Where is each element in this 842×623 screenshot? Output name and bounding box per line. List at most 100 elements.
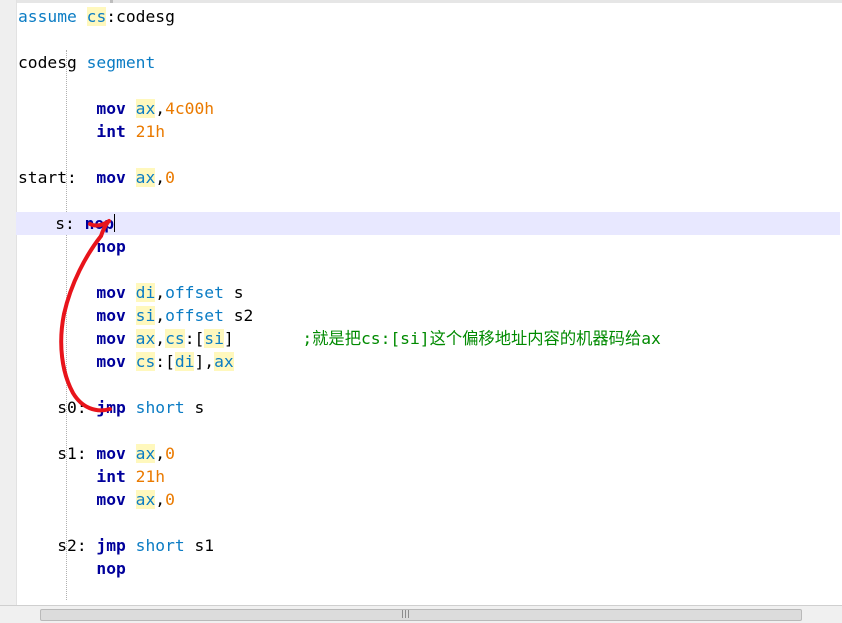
code-line[interactable]: mov si,offset s2 bbox=[18, 304, 253, 327]
scroll-grip-line bbox=[402, 610, 403, 618]
code-token: :codesg bbox=[106, 7, 175, 26]
code-token: s2 bbox=[223, 306, 254, 325]
code-token: 0 bbox=[165, 490, 175, 509]
code-token: , bbox=[155, 329, 166, 348]
scroll-grip-line bbox=[408, 610, 409, 618]
code-token: 4c00h bbox=[165, 99, 215, 118]
code-token: ax bbox=[135, 99, 156, 118]
code-token: ;就是把cs:[si]这个偏移地址内容的机器码给ax bbox=[302, 329, 661, 348]
top-ruler bbox=[0, 0, 842, 3]
code-token: si bbox=[204, 329, 224, 348]
code-token: , bbox=[155, 444, 166, 463]
code-token: mov bbox=[96, 306, 126, 325]
code-line[interactable]: int 21h bbox=[18, 465, 165, 488]
code-token: , bbox=[155, 306, 166, 325]
code-token: codesg bbox=[18, 53, 87, 72]
code-token: start: bbox=[18, 168, 97, 187]
code-token: s1 bbox=[184, 536, 215, 555]
code-token: short bbox=[135, 398, 185, 417]
code-token: ax bbox=[135, 168, 156, 187]
scroll-grip-line bbox=[405, 610, 406, 618]
code-token: nop bbox=[84, 214, 115, 233]
code-line[interactable]: int 21h bbox=[18, 120, 165, 143]
code-line[interactable]: s2: jmp short s1 bbox=[18, 534, 214, 557]
horizontal-scrollbar[interactable] bbox=[0, 605, 842, 623]
code-token: di bbox=[174, 352, 195, 371]
code-token: s0: bbox=[18, 398, 97, 417]
code-line[interactable]: nop bbox=[18, 557, 126, 580]
code-line[interactable]: s1: mov ax,0 bbox=[18, 442, 175, 465]
code-token: 0 bbox=[165, 168, 175, 187]
code-line[interactable]: mov cs:[di],ax bbox=[18, 350, 234, 373]
code-token: ax bbox=[135, 490, 156, 509]
code-token: s: bbox=[16, 214, 85, 233]
code-token: :[ bbox=[155, 352, 175, 371]
code-token: ax bbox=[135, 329, 156, 348]
code-token: s1: bbox=[18, 444, 97, 463]
code-token: int bbox=[96, 122, 126, 141]
code-token: nop bbox=[96, 237, 126, 256]
code-token: assume bbox=[18, 7, 77, 26]
code-token: cs bbox=[86, 7, 107, 26]
code-token: mov bbox=[96, 352, 126, 371]
code-token: , bbox=[155, 168, 166, 187]
code-line[interactable]: codesg segment bbox=[18, 51, 155, 74]
code-token: mov bbox=[96, 329, 126, 348]
code-token: 0 bbox=[165, 444, 175, 463]
code-token: ] bbox=[223, 329, 303, 348]
current-code-line[interactable]: s: nop bbox=[16, 212, 840, 235]
code-token: 21h bbox=[135, 467, 166, 486]
code-line[interactable]: start: mov ax,0 bbox=[18, 166, 175, 189]
code-line[interactable]: mov ax,0 bbox=[18, 488, 175, 511]
ruler-tick bbox=[110, 0, 113, 3]
code-token: 21h bbox=[135, 122, 166, 141]
code-token: short bbox=[135, 536, 185, 555]
scrollbar-thumb[interactable] bbox=[40, 609, 802, 621]
code-line[interactable]: mov di,offset s bbox=[18, 281, 244, 304]
code-token: , bbox=[155, 283, 166, 302]
code-line[interactable]: s0: jmp short s bbox=[18, 396, 204, 419]
code-token: jmp bbox=[96, 398, 126, 417]
code-token: mov bbox=[96, 99, 126, 118]
code-token: s2: bbox=[18, 536, 97, 555]
code-line[interactable]: nop bbox=[18, 235, 126, 258]
code-token: si bbox=[135, 306, 156, 325]
code-token: cs bbox=[135, 352, 156, 371]
code-line[interactable]: assume cs:codesg bbox=[18, 5, 175, 28]
code-line[interactable]: mov ax,cs:[si] ;就是把cs:[si]这个偏移地址内容的机器码给a… bbox=[18, 327, 661, 350]
code-token: offset bbox=[165, 283, 224, 302]
code-token: , bbox=[155, 490, 166, 509]
code-token: offset bbox=[165, 306, 224, 325]
code-token: nop bbox=[96, 559, 126, 578]
code-token: , bbox=[155, 99, 166, 118]
code-token: s bbox=[184, 398, 205, 417]
code-token: ], bbox=[194, 352, 215, 371]
code-token: ax bbox=[135, 444, 156, 463]
code-line[interactable]: mov ax,4c00h bbox=[18, 97, 214, 120]
code-token: di bbox=[135, 283, 156, 302]
code-token: int bbox=[96, 467, 126, 486]
text-caret bbox=[114, 214, 116, 232]
code-token: ax bbox=[214, 352, 234, 371]
code-token: segment bbox=[86, 53, 156, 72]
